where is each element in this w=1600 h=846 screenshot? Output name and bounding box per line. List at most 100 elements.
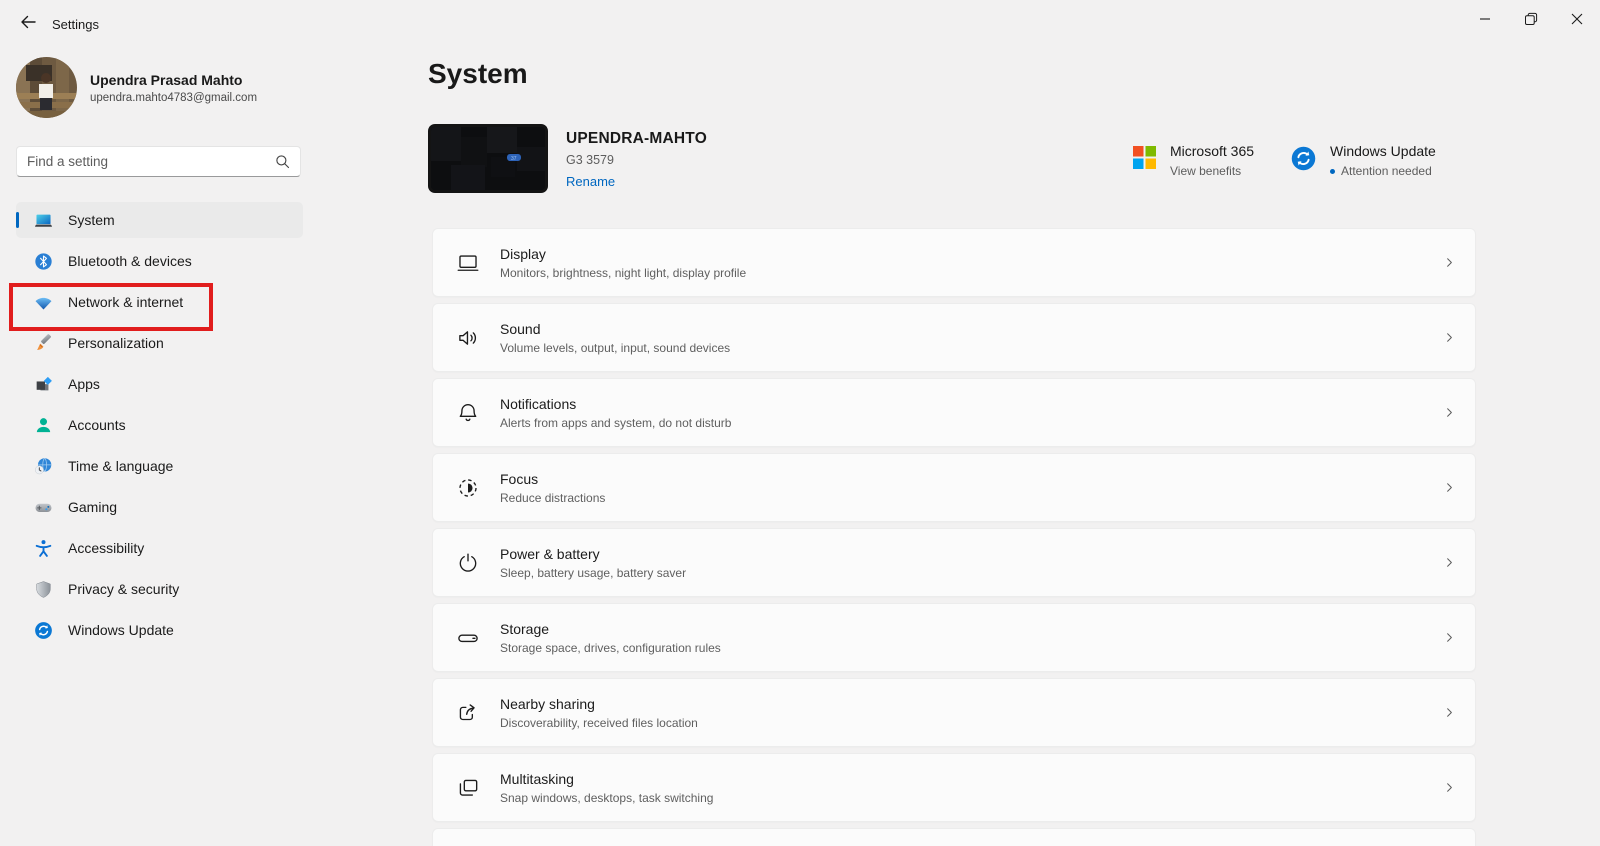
- sidebar-item-accounts[interactable]: Accounts: [16, 407, 303, 443]
- settings-row-power-battery[interactable]: Power & battery Sleep, battery usage, ba…: [432, 528, 1476, 597]
- sidebar-item-network-internet[interactable]: Network & internet: [16, 284, 303, 320]
- accessibility-person-icon: [35, 539, 52, 557]
- sidebar-item-label: Privacy & security: [68, 581, 180, 597]
- row-description: Snap windows, desktops, task switching: [500, 790, 714, 805]
- paintbrush-icon: [37, 333, 51, 350]
- row-text: Sound Volume levels, output, input, soun…: [500, 321, 1442, 355]
- sidebar-item-gaming[interactable]: Gaming: [16, 489, 303, 525]
- avatar: [16, 57, 77, 118]
- row-description: Volume levels, output, input, sound devi…: [500, 340, 731, 355]
- view-benefits-link[interactable]: View benefits: [1170, 164, 1241, 178]
- search-input[interactable]: [27, 154, 275, 169]
- row-description: Discoverability, received files location: [500, 715, 698, 730]
- row-title: Nearby sharing: [500, 695, 595, 712]
- sidebar-item-label: System: [68, 212, 115, 228]
- close-icon: [1571, 13, 1583, 25]
- rename-link[interactable]: Rename: [566, 174, 707, 189]
- settings-row-notifications[interactable]: Notifications Alerts from apps and syste…: [432, 378, 1476, 447]
- row-text: Display Monitors, brightness, night ligh…: [500, 246, 1442, 280]
- apps-icon: [36, 376, 52, 390]
- row-text: Nearby sharing Discoverability, received…: [500, 696, 1442, 730]
- sidebar-item-label: Accessibility: [68, 540, 145, 556]
- sidebar-item-label: Time & language: [68, 458, 174, 474]
- bluetooth-icon: [35, 252, 52, 270]
- settings-row-display[interactable]: Display Monitors, brightness, night ligh…: [432, 228, 1476, 297]
- titlebar: Settings: [0, 0, 1600, 40]
- microsoft-365-text: Microsoft 365 View benefits: [1170, 143, 1254, 178]
- settings-row-focus[interactable]: Focus Reduce distractions: [432, 453, 1476, 522]
- user-profile[interactable]: Upendra Prasad Mahto upendra.mahto4783@g…: [16, 57, 257, 118]
- row-text: Focus Reduce distractions: [500, 471, 1442, 505]
- back-arrow-icon: [21, 15, 36, 29]
- profile-email: upendra.mahto4783@gmail.com: [90, 91, 258, 104]
- wifi-icon: [35, 297, 52, 310]
- sidebar-item-system[interactable]: System: [16, 202, 303, 238]
- settings-list: Display Monitors, brightness, night ligh…: [432, 228, 1476, 846]
- chevron-right-icon: [1447, 258, 1452, 267]
- sidebar-item-label: Accounts: [68, 417, 126, 433]
- row-title: Sound: [500, 320, 541, 337]
- chevron-right-icon: [1447, 783, 1452, 792]
- sidebar-item-privacy-security[interactable]: Privacy & security: [16, 571, 303, 607]
- restore-button[interactable]: [1508, 0, 1554, 38]
- row-description: Monitors, brightness, night light, displ…: [500, 265, 747, 280]
- device-thumbnail: 37: [428, 124, 548, 193]
- selected-accent-bar: [16, 212, 19, 228]
- sidebar-item-label: Network & internet: [68, 294, 184, 310]
- system-icon: [35, 214, 52, 227]
- row-text: Power & battery Sleep, battery usage, ba…: [500, 546, 1442, 580]
- sidebar-item-apps[interactable]: Apps: [16, 366, 303, 402]
- row-text: Notifications Alerts from apps and syste…: [500, 396, 1442, 430]
- device-model: G3 3579: [566, 153, 614, 167]
- sidebar-item-personalization[interactable]: Personalization: [16, 325, 303, 361]
- row-title: Power & battery: [500, 545, 600, 562]
- restore-icon: [1525, 12, 1538, 25]
- windows-update-title: Windows Update: [1330, 143, 1436, 159]
- chevron-right-icon: [1447, 633, 1452, 642]
- settings-row-storage[interactable]: Storage Storage space, drives, configura…: [432, 603, 1476, 672]
- sidebar-item-label: Gaming: [68, 499, 118, 515]
- sidebar-item-windows-update[interactable]: Windows Update: [16, 612, 303, 648]
- microsoft-365-card[interactable]: Microsoft 365 View benefits: [1133, 143, 1254, 178]
- nearby-sharing-icon: [459, 703, 475, 720]
- window-controls: [1462, 0, 1600, 40]
- device-info: UPENDRA-MAHTO G3 3579 Rename: [566, 124, 707, 193]
- row-description: Sleep, battery usage, battery saver: [500, 565, 687, 580]
- sidebar-item-bluetooth-devices[interactable]: Bluetooth & devices: [16, 243, 303, 279]
- sidebar-item-time-language[interactable]: Time & language: [16, 448, 303, 484]
- row-description: Storage space, drives, configuration rul…: [500, 640, 721, 655]
- settings-row-partial[interactable]: [432, 828, 1476, 846]
- back-button[interactable]: [14, 12, 42, 32]
- settings-row-multitasking[interactable]: Multitasking Snap windows, desktops, tas…: [432, 753, 1476, 822]
- settings-row-sound[interactable]: Sound Volume levels, output, input, soun…: [432, 303, 1476, 372]
- row-title: Focus: [500, 470, 539, 487]
- chevron-right-icon: [1447, 558, 1452, 567]
- search-box[interactable]: [16, 146, 301, 177]
- minimize-button[interactable]: [1462, 0, 1508, 38]
- bell-icon: [459, 403, 477, 421]
- windows-update-card[interactable]: Windows Update Attention needed: [1291, 143, 1436, 178]
- row-description: Reduce distractions: [500, 490, 606, 505]
- storage-drive-icon: [458, 634, 478, 642]
- accounts-person-icon: [36, 417, 51, 432]
- multitasking-icon: [459, 779, 478, 796]
- close-button[interactable]: [1554, 0, 1600, 38]
- device-name: UPENDRA-MAHTO: [566, 130, 707, 147]
- chevron-right-icon: [1447, 708, 1452, 717]
- sidebar-item-label: Apps: [68, 376, 100, 392]
- row-text: Storage Storage space, drives, configura…: [500, 621, 1442, 655]
- sidebar-item-accessibility[interactable]: Accessibility: [16, 530, 303, 566]
- settings-row-nearby-sharing[interactable]: Nearby sharing Discoverability, received…: [432, 678, 1476, 747]
- row-description: Alerts from apps and system, do not dist…: [500, 415, 732, 430]
- sidebar-nav: System Bluetooth & devices Network & int…: [16, 202, 303, 653]
- display-icon: [457, 254, 479, 271]
- app-title: Settings: [52, 17, 99, 32]
- microsoft-365-title: Microsoft 365: [1170, 143, 1255, 159]
- row-text: Multitasking Snap windows, desktops, tas…: [500, 771, 1442, 805]
- row-title: Display: [500, 245, 546, 262]
- row-title: Notifications: [500, 395, 577, 412]
- profile-name: Upendra Prasad Mahto: [90, 71, 243, 88]
- sidebar-item-label: Bluetooth & devices: [68, 253, 192, 269]
- shield-icon: [36, 580, 51, 598]
- settings-window: Settings Upendra Prasad Mahto upendra.ma…: [0, 0, 1600, 846]
